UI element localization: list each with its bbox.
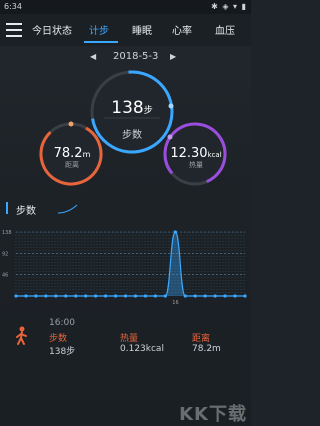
distance-label: 距离	[65, 161, 79, 169]
chart-data-point	[74, 294, 78, 298]
chart-data-point	[34, 294, 38, 298]
chart-data-point	[113, 294, 118, 298]
active-tab-indicator	[84, 41, 118, 43]
detail-distance-value: 78.2m	[192, 344, 221, 354]
current-date: 2018-5-3	[113, 51, 159, 62]
nav-bar: 今日状态 计步 睡眠 心率 血压	[0, 14, 251, 46]
walking-person-icon	[16, 326, 27, 345]
steps-label: 步数	[122, 130, 142, 141]
detail-calorie-value: 0.123kcal	[120, 344, 164, 354]
steps-value-group: 138步	[104, 98, 160, 118]
tab-blood-pressure[interactable]: 血压	[215, 22, 235, 37]
chart-data-point	[54, 294, 58, 298]
chart-data-point	[233, 294, 237, 298]
chart-data-point	[223, 294, 227, 298]
next-day-icon[interactable]: ▶	[170, 52, 176, 61]
status-icons: ✱ ◈ ▾ ▮	[211, 2, 247, 11]
chart-data-point	[44, 294, 48, 298]
section-accent	[6, 202, 8, 214]
steps-value: 138	[111, 98, 144, 118]
calorie-value: 12.30	[170, 146, 208, 161]
chart-y-tick: 138	[2, 230, 12, 236]
steps-chart: 138 92 46 16	[2, 230, 247, 306]
chart-line	[16, 231, 245, 297]
detail-time: 16:00	[49, 318, 75, 328]
chart-data-point	[143, 294, 148, 298]
chart-data-point	[173, 230, 177, 234]
detail-calorie-label: 热量	[120, 334, 139, 344]
steps-screen: 6:34 ✱ ◈ ▾ ▮ 今日状态 计步 睡眠 心率 血压 ◀ 2018-5-3…	[0, 0, 251, 426]
calorie-value-group: 12.30kcal	[165, 142, 227, 161]
chart-x-tick: 16	[172, 300, 178, 306]
chart-data-point	[203, 294, 207, 298]
chart-data-point	[64, 294, 68, 298]
chart-data-point	[163, 294, 167, 298]
chart-data-point	[133, 294, 138, 298]
section-title: 步数	[16, 206, 36, 217]
chart-data-point	[193, 294, 197, 298]
detail-steps-label: 步数	[49, 334, 68, 344]
chart-data-point	[24, 294, 28, 298]
status-time: 6:34	[4, 2, 22, 11]
distance-ring-knob	[68, 121, 74, 127]
chart-data-point	[84, 294, 88, 298]
steps-unit: 步	[143, 106, 153, 116]
chart-y-tick: 46	[2, 273, 8, 279]
distance-unit: m	[82, 150, 91, 159]
tab-today-status[interactable]: 今日状态	[32, 22, 72, 37]
date-navigator: ◀ 2018-5-3 ▶	[0, 50, 251, 66]
chart-data-point	[14, 294, 18, 298]
menu-icon[interactable]	[6, 23, 22, 37]
chart-data-point	[183, 294, 187, 298]
tab-heart-rate[interactable]: 心率	[172, 22, 192, 37]
chart-data-point	[153, 294, 157, 298]
chart-data-point	[94, 294, 98, 298]
chart-data-point	[213, 294, 217, 298]
distance-value: 78.2	[53, 146, 83, 161]
tab-steps[interactable]: 计步	[89, 22, 109, 37]
steps-ring-knob	[168, 103, 174, 109]
tab-sleep[interactable]: 睡眠	[132, 22, 152, 37]
calorie-unit: kcal	[207, 151, 222, 159]
watermark-logo: KK下载	[179, 404, 247, 425]
chart-area-fill	[16, 232, 245, 296]
calorie-label: 热量	[189, 161, 203, 169]
calorie-ring-knob	[167, 134, 173, 140]
status-bar: 6:34 ✱ ◈ ▾ ▮	[0, 0, 251, 14]
chart-data-point	[243, 294, 247, 298]
prev-day-icon[interactable]: ◀	[90, 52, 96, 61]
distance-value-group: 78.2m	[44, 142, 100, 161]
detail-steps-value: 138步	[49, 347, 76, 357]
chart-data-point	[123, 294, 128, 298]
chart-data-point	[104, 294, 108, 298]
chart-y-tick: 92	[2, 251, 8, 257]
detail-distance-label: 距离	[192, 334, 211, 344]
section-decoration	[58, 204, 78, 214]
